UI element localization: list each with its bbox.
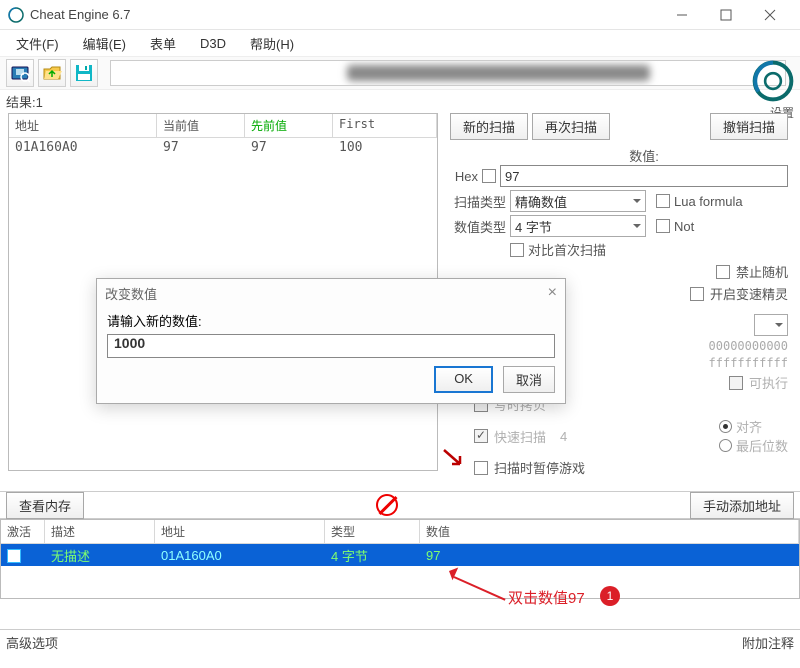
pause-game-label: 扫描时暂停游戏 — [494, 458, 585, 477]
fast-scan-label: 快速扫描 — [494, 427, 546, 446]
new-scan-button[interactable]: 新的扫描 — [450, 113, 528, 140]
cheat-table-row[interactable]: 无描述 01A160A0 4 字节 97 — [1, 544, 799, 566]
change-value-dialog: 改变数值 × 请输入新的数值: 1000 OK 取消 — [96, 278, 566, 404]
add-comment[interactable]: 附加注释 — [742, 633, 794, 652]
toolbar — [0, 56, 800, 90]
executable-label: 可执行 — [749, 373, 788, 392]
col-active[interactable]: 激活 — [1, 520, 45, 544]
not-checkbox[interactable] — [656, 219, 670, 233]
close-button[interactable] — [748, 1, 792, 29]
undo-scan-button[interactable]: 撤销扫描 — [710, 113, 788, 140]
window-titlebar: Cheat Engine 6.7 — [0, 0, 800, 30]
scan-type-select[interactable]: 精确数值 — [510, 190, 646, 212]
menu-d3d[interactable]: D3D — [190, 34, 236, 53]
manual-add-address-button[interactable]: 手动添加地址 — [690, 492, 794, 519]
no-entry-icon — [376, 494, 398, 516]
results-count-label: 结果:1 — [0, 90, 800, 113]
dialog-ok-button[interactable]: OK — [434, 366, 493, 393]
col-description[interactable]: 描述 — [45, 520, 155, 544]
align-radio[interactable] — [719, 420, 732, 433]
cell-address2[interactable]: 01A160A0 — [155, 548, 325, 563]
col-current[interactable]: 当前值 — [157, 114, 245, 138]
cell-current: 97 — [157, 138, 245, 157]
compare-first-checkbox[interactable] — [510, 243, 524, 257]
enable-speedhack-checkbox[interactable] — [690, 287, 704, 301]
fast-scan-checkbox[interactable] — [474, 429, 488, 443]
dialog-cancel-button[interactable]: 取消 — [503, 366, 555, 393]
fast-scan-value: 4 — [560, 429, 567, 444]
cell-description[interactable]: 无描述 — [45, 546, 155, 565]
app-icon — [8, 7, 24, 23]
value-input[interactable]: 97 — [500, 165, 788, 187]
open-process-button[interactable] — [6, 59, 34, 87]
menu-edit[interactable]: 编辑(E) — [73, 32, 136, 55]
dialog-prompt: 请输入新的数值: — [107, 311, 555, 330]
scan-type-label: 扫描类型 — [450, 192, 506, 211]
cheat-table[interactable]: 激活 描述 地址 类型 数值 无描述 01A160A0 4 字节 97 — [0, 519, 800, 599]
cell-first: 100 — [333, 138, 437, 157]
dialog-close-icon[interactable]: × — [548, 284, 557, 302]
save-button[interactable] — [70, 59, 98, 87]
last-digits-radio[interactable] — [719, 439, 732, 452]
view-memory-button[interactable]: 查看内存 — [6, 492, 84, 519]
col-address[interactable]: 地址 — [9, 114, 157, 138]
next-scan-button[interactable]: 再次扫描 — [532, 113, 610, 140]
last-digits-label: 最后位数 — [736, 436, 788, 455]
menu-help[interactable]: 帮助(H) — [240, 32, 304, 55]
mem-end: fffffffffff — [709, 356, 788, 370]
anno-arrow-icon — [442, 448, 464, 473]
menubar: 文件(F) 编辑(E) 表单 D3D 帮助(H) — [0, 30, 800, 56]
cell-value[interactable]: 97 — [420, 548, 799, 563]
results-header: 地址 当前值 先前值 First — [9, 114, 437, 138]
open-file-button[interactable] — [38, 59, 66, 87]
mem-region-select[interactable] — [754, 314, 788, 336]
lua-formula-checkbox[interactable] — [656, 194, 670, 208]
value-type-select[interactable]: 4 字节 — [510, 215, 646, 237]
dialog-value-input[interactable]: 1000 — [107, 334, 555, 358]
menu-table[interactable]: 表单 — [140, 32, 186, 55]
results-row[interactable]: 01A160A0 97 97 100 — [9, 138, 437, 157]
active-checkbox[interactable] — [7, 549, 21, 563]
dialog-title: 改变数值 — [105, 284, 157, 303]
disable-random-label: 禁止随机 — [736, 262, 788, 281]
ce-large-icon[interactable] — [752, 60, 794, 102]
mem-start: 00000000000 — [709, 339, 788, 353]
process-name-box[interactable] — [110, 60, 786, 86]
minimize-button[interactable] — [660, 1, 704, 29]
cell-previous: 97 — [245, 138, 333, 157]
col-address2[interactable]: 地址 — [155, 520, 325, 544]
hex-checkbox[interactable] — [482, 169, 496, 183]
menu-file[interactable]: 文件(F) — [6, 32, 69, 55]
executable-checkbox[interactable] — [729, 376, 743, 390]
window-title: Cheat Engine 6.7 — [30, 7, 660, 22]
value-type-label: 数值类型 — [450, 217, 506, 236]
col-value[interactable]: 数值 — [420, 520, 799, 544]
statusbar: 高级选项 附加注释 — [0, 629, 800, 655]
cell-address: 01A160A0 — [9, 138, 157, 157]
anno-badge-1: 1 — [600, 586, 620, 606]
cell-type[interactable]: 4 字节 — [325, 546, 420, 565]
mid-toolbar: 查看内存 手动添加地址 — [0, 491, 800, 519]
col-first[interactable]: First — [333, 114, 437, 138]
cheat-table-header: 激活 描述 地址 类型 数值 — [1, 520, 799, 544]
disable-random-checkbox[interactable] — [716, 265, 730, 279]
advanced-options[interactable]: 高级选项 — [6, 633, 58, 652]
compare-first-label: 对比首次扫描 — [528, 240, 606, 259]
col-type[interactable]: 类型 — [325, 520, 420, 544]
pause-game-checkbox[interactable] — [474, 461, 488, 475]
hex-label: Hex — [450, 169, 478, 184]
lua-formula-label: Lua formula — [674, 194, 743, 209]
value-label: 数值: — [500, 146, 788, 165]
align-label: 对齐 — [736, 417, 762, 436]
enable-speedhack-label: 开启变速精灵 — [710, 284, 788, 303]
col-previous[interactable]: 先前值 — [245, 114, 333, 138]
not-label: Not — [674, 219, 694, 234]
anno-text-2: 双击数值97 — [508, 587, 585, 608]
maximize-button[interactable] — [704, 1, 748, 29]
